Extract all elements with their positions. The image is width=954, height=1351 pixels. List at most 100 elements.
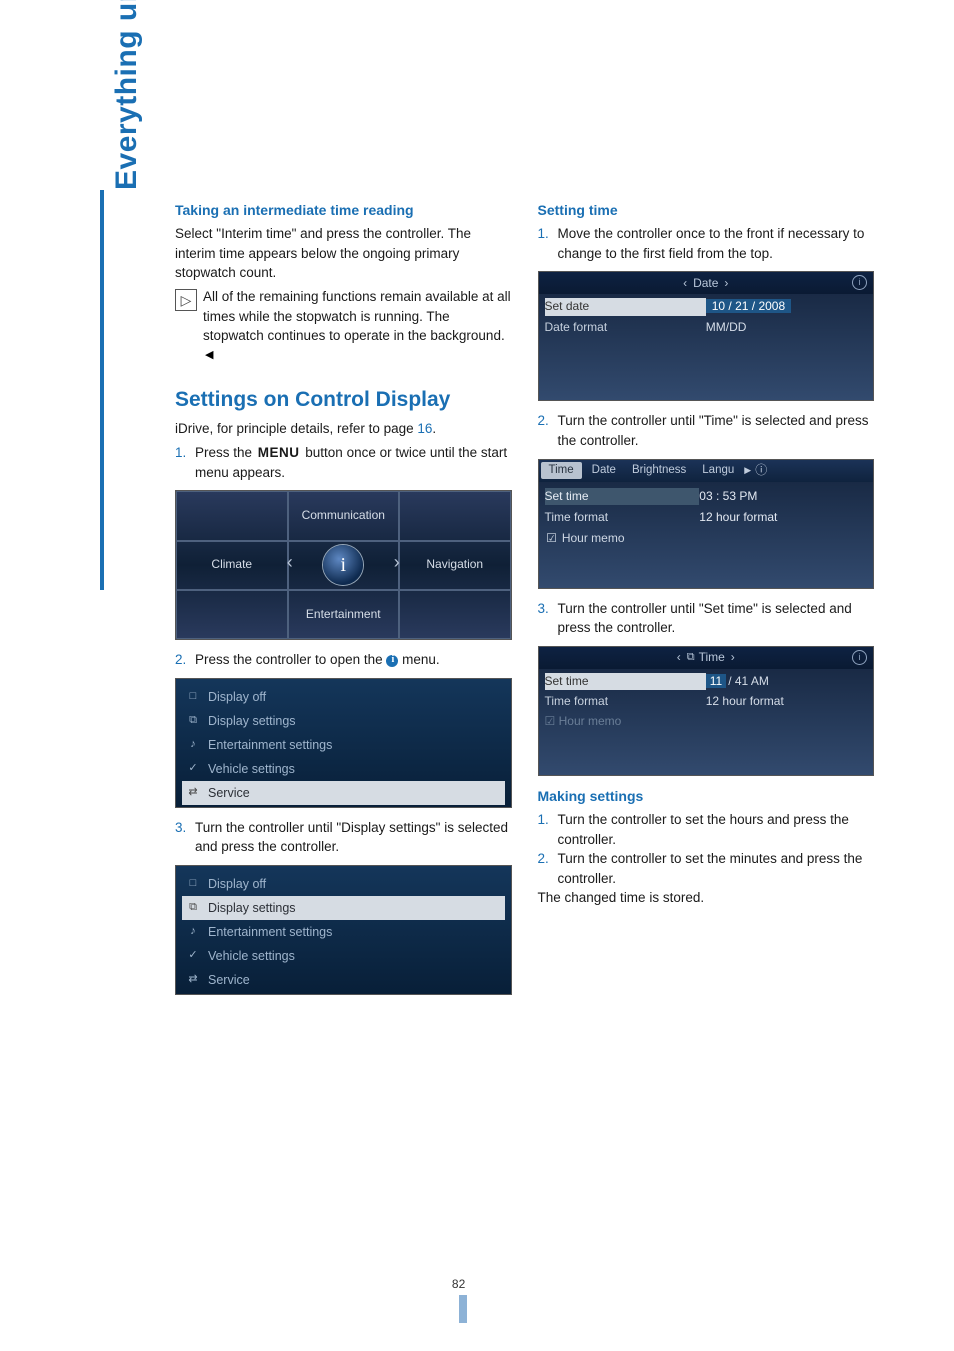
page-mark [459,1295,467,1323]
menu-button-label: MENU [256,445,302,460]
step-body: Turn the controller until "Set time" is … [558,599,875,638]
list-item: ⧉Display settings [182,896,505,920]
chevron-left-icon: ‹ [287,549,293,575]
step-number: 2. [538,849,558,888]
list-item: ((•Communication settings [182,805,505,807]
list-item: ✓ Vehicle settings [182,944,505,968]
list-item: □Display off [182,685,505,709]
step-body: Turn the controller to set the minutes a… [558,849,875,888]
left-column: Taking an intermediate time reading Sele… [175,200,512,1005]
info-i-icon-inline: i [386,655,398,667]
row-value: 11/ 41 AM [706,673,867,690]
info-circle-icon: i [852,650,867,665]
settings-icon: ⧉ [687,650,695,666]
tab: Date [584,462,624,479]
table-row: Set time11/ 41 AM [545,673,868,690]
list-item-icon: ✓ [184,949,202,963]
list-item-icon: ⇄ [184,786,202,800]
list-item: □ Display off [182,872,505,896]
play-outline-icon: ▷ [175,289,197,311]
chevron-left-icon: ‹ [677,649,681,666]
right-column: Setting time 1. Move the controller once… [538,200,875,1005]
tab-date: Date [693,275,718,292]
figure-settings-list-a: □Display off⧉Display settings♪Entertainm… [175,678,512,808]
list-item-label: Display settings [208,899,296,917]
idrive-left: Climate [176,541,288,590]
step-number: 1. [538,224,558,263]
list-item-label: Vehicle settings [208,760,295,778]
chevron-right-icon: › [394,549,400,575]
row-key: Date format [545,319,706,336]
section-side-label: Everything under control [110,0,144,190]
step-number: 3. [538,599,558,638]
list-item-label: Vehicle settings [208,947,295,965]
heading-settings-control-display: Settings on Control Display [175,387,512,413]
list-item-icon: ✓ [184,762,202,776]
list-item-icon: □ [184,877,202,891]
info-circle-icon: ⓘ [755,462,767,479]
list-item: ♪Entertainment settings [182,733,505,757]
list-item: ⇄ Service [182,781,505,805]
tab-time: Time [699,649,725,666]
step-body: Press the controller to open the i menu. [195,650,512,670]
step-number: 1. [175,443,195,482]
table-row: Set time03 : 53 PM [545,488,868,505]
list-item-icon: ♪ [184,925,202,939]
making-step-1: 1. Turn the controller to set the hours … [538,810,875,849]
figure-idrive-start-menu: Communication Climate i Navigation Enter… [175,490,512,640]
idrive-ref-line: iDrive, for principle details, refer to … [175,419,512,439]
list-item-icon: ⇄ [184,973,202,987]
list-item-label: Service [208,971,250,989]
chevron-right-icon: › [724,275,728,292]
list-item-label: Service [208,784,250,802]
idrive-ref-a: iDrive, for principle details, refer to … [175,421,417,436]
row-key: Time format [545,693,706,710]
step-body: Turn the controller to set the hours and… [558,810,875,849]
idrive-top: Communication [288,491,400,540]
right-step-1: 1. Move the controller once to the front… [538,224,875,263]
figure-set-time: ‹ ⧉ Time › i Set time11/ 41 AMTime forma… [538,646,875,776]
section-border [100,190,104,590]
step1-a: Press the [195,445,256,460]
step-body: Move the controller once to the front if… [558,224,875,263]
heading-making-settings: Making settings [538,786,875,806]
chevron-left-icon: ‹ [683,275,687,292]
info-i-icon: i [323,545,363,585]
row-value [699,530,867,547]
table-row: ☑ Hour memo [545,530,868,547]
row-key: Set time [545,488,700,505]
list-item-label: Display off [208,875,266,893]
body-interim-time: Select "Interim time" and press the cont… [175,224,512,283]
row-value [706,713,867,730]
heading-interim-time: Taking an intermediate time reading [175,200,512,220]
row-key: Set date [545,298,706,315]
table-row: Date formatMM/DD [545,319,868,336]
list-item-label: Display settings [208,712,296,730]
row-key: Set time [545,673,706,690]
idrive-right: Navigation [399,541,511,590]
side-label-text: Everything under control [110,0,143,190]
list-item-label: Display off [208,688,266,706]
figure-date-settings: ‹ Date › i Set date10 / 21 / 2008Date fo… [538,271,875,401]
list-item: ✓ Vehicle settings [182,757,505,781]
list-item: ((•Communication settings [182,992,505,994]
row-key: ☑ Hour memo [545,530,700,547]
list-item: ⇄ Service [182,968,505,992]
row-key: ☑ Hour memo [545,713,706,730]
step2-a: Press the controller to open the [195,652,386,667]
right-step-2: 2. Turn the controller until "Time" is s… [538,411,875,450]
row-value: 03 : 53 PM [699,488,867,505]
checkbox-icon: ☑ [545,532,559,546]
chevron-right-icon: ▶ [744,464,751,477]
step-number: 1. [538,810,558,849]
table-row: Time format12 hour format [545,693,868,710]
time-stored-text: The changed time is stored. [538,888,875,908]
step2-b: menu. [398,652,439,667]
info-circle-icon: i [852,275,867,290]
list-item-label: Entertainment settings [208,923,332,941]
page-link-16[interactable]: 16 [417,421,432,436]
info-callout: ▷ All of the remaining functions remain … [175,287,512,369]
left-step-3: 3. Turn the controller until "Display se… [175,818,512,857]
figure-time-tabs: TimeDateBrightnessLangu▶ⓘ Set time03 : 5… [538,459,875,589]
row-value: MM/DD [706,319,867,336]
